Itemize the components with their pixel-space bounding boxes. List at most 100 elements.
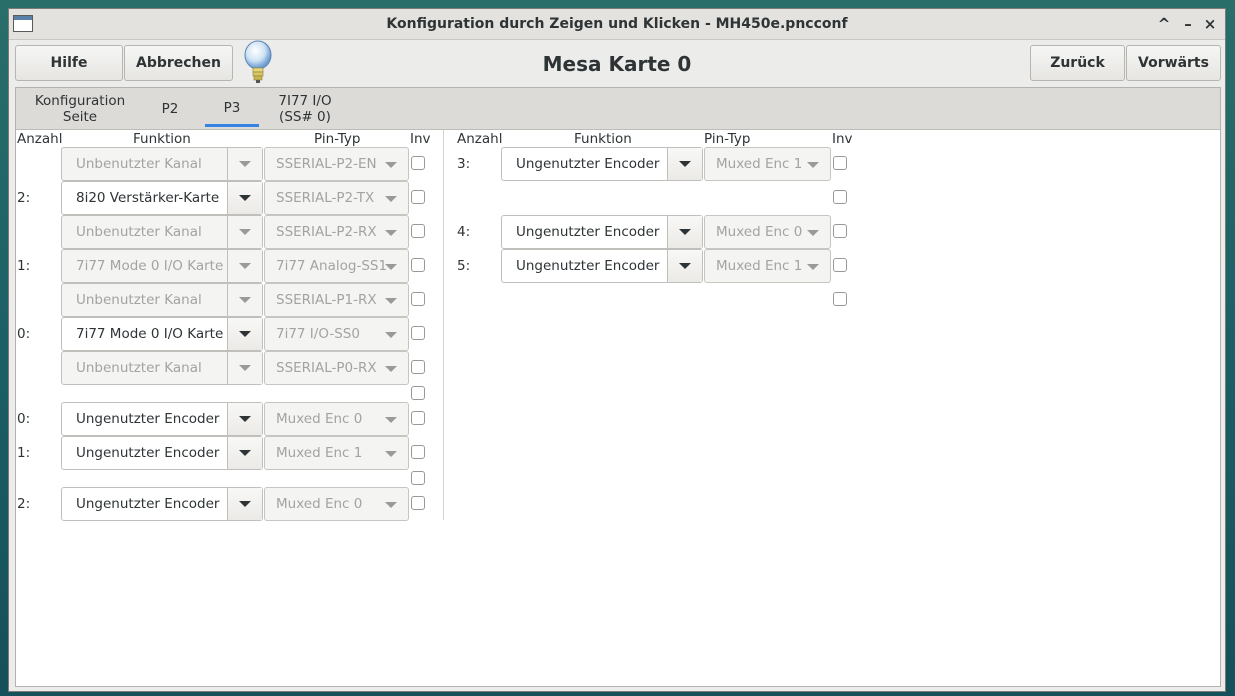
function-value: Ungenutzter Encoder	[76, 496, 220, 512]
pin-type-combo: Muxed Enc 1	[704, 147, 831, 181]
invert-checkbox[interactable]	[411, 471, 425, 485]
pin-type-value: 7i77 Analog-SS1	[276, 258, 386, 274]
pin-type-combo: Muxed Enc 0	[704, 215, 831, 249]
function-combo[interactable]: 8i20 Verstärker-Karte	[61, 181, 263, 215]
row-count: 0:	[17, 326, 31, 342]
function-value: 7i77 Mode 0 I/O Karte	[76, 326, 224, 342]
invert-checkbox[interactable]	[411, 224, 425, 238]
function-value: Ungenutzter Encoder	[516, 224, 660, 240]
invert-checkbox[interactable]	[833, 292, 847, 306]
pin-type-value: Muxed Enc 1	[716, 258, 803, 274]
header-count: Anzahl	[17, 131, 63, 147]
invert-checkbox[interactable]	[833, 190, 847, 204]
function-combo[interactable]: Ungenutzter Encoder	[61, 402, 263, 436]
header-inv-right: Inv	[832, 131, 853, 147]
function-combo[interactable]: Ungenutzter Encoder	[501, 147, 703, 181]
invert-checkbox[interactable]	[833, 224, 847, 238]
function-combo[interactable]: Ungenutzter Encoder	[61, 436, 263, 470]
function-combo[interactable]: Ungenutzter Encoder	[501, 249, 703, 283]
tab-p3[interactable]: P3	[205, 91, 259, 127]
chevron-down-icon	[385, 264, 397, 270]
app-window: Konfiguration durch Zeigen und Klicken -…	[8, 8, 1226, 692]
invert-checkbox[interactable]	[411, 360, 425, 374]
invert-checkbox[interactable]	[833, 258, 847, 272]
pin-type-combo: Muxed Enc 1	[704, 249, 831, 283]
pin-type-combo: 7i77 Analog-SS1	[264, 249, 409, 283]
pin-type-value: Muxed Enc 0	[276, 496, 363, 512]
p3-connector-panel: Anzahl Funktion Pin-Typ Inv Anzahl Funkt…	[16, 130, 1220, 686]
pin-type-value: Muxed Enc 1	[716, 156, 803, 172]
invert-checkbox[interactable]	[833, 156, 847, 170]
maximize-icon[interactable]: –	[1179, 15, 1197, 33]
header-inv: Inv	[410, 131, 431, 147]
function-value: Ungenutzter Encoder	[76, 445, 220, 461]
pin-type-value: 7i77 I/O-SS0	[276, 326, 360, 342]
row-count: 2:	[17, 496, 31, 512]
row-count: 3:	[457, 156, 471, 172]
pin-type-combo: SSERIAL-P0-RX	[264, 351, 409, 385]
chevron-down-icon[interactable]	[227, 182, 262, 214]
chevron-down-icon[interactable]	[667, 250, 702, 282]
function-value: Ungenutzter Encoder	[516, 156, 660, 172]
function-combo[interactable]: Ungenutzter Encoder	[501, 215, 703, 249]
chevron-down-icon	[807, 162, 819, 168]
tab-p2[interactable]: P2	[144, 91, 196, 127]
column-divider	[443, 130, 444, 520]
function-value: Ungenutzter Encoder	[76, 411, 220, 427]
row-count: 1:	[17, 258, 31, 274]
chevron-down-icon	[385, 230, 397, 236]
chevron-down-icon	[385, 162, 397, 168]
invert-checkbox[interactable]	[411, 411, 425, 425]
function-combo: 7i77 Mode 0 I/O Karte	[61, 249, 263, 283]
invert-checkbox[interactable]	[411, 190, 425, 204]
function-combo[interactable]: Ungenutzter Encoder	[61, 487, 263, 521]
function-value: 8i20 Verstärker-Karte	[76, 190, 220, 206]
row-count: 0:	[17, 411, 31, 427]
chevron-down-icon[interactable]	[227, 318, 262, 350]
header-pin-type: Pin-Typ	[314, 131, 361, 147]
function-combo: Unbenutzter Kanal	[61, 283, 263, 317]
pin-type-value: SSERIAL-P2-TX	[276, 190, 375, 206]
invert-checkbox[interactable]	[411, 156, 425, 170]
chevron-down-icon[interactable]	[227, 488, 262, 520]
chevron-down-icon[interactable]	[667, 148, 702, 180]
function-value: 7i77 Mode 0 I/O Karte	[76, 258, 224, 274]
header-count-right: Anzahl	[457, 131, 503, 147]
chevron-down-icon[interactable]	[667, 216, 702, 248]
forward-button[interactable]: Vorwärts	[1126, 45, 1221, 81]
function-combo[interactable]: 7i77 Mode 0 I/O Karte	[61, 317, 263, 351]
function-value: Unbenutzter Kanal	[76, 292, 202, 308]
pin-type-value: SSERIAL-P2-RX	[276, 224, 377, 240]
row-count: 1:	[17, 445, 31, 461]
chevron-down-icon	[227, 284, 262, 316]
invert-checkbox[interactable]	[411, 445, 425, 459]
pin-type-combo: Muxed Enc 1	[264, 436, 409, 470]
minimize-icon[interactable]: ^	[1155, 15, 1173, 33]
card-notebook: Konfiguration Seite P2 P3 7I77 I/O (SS# …	[15, 87, 1221, 687]
invert-checkbox[interactable]	[411, 386, 425, 400]
invert-checkbox[interactable]	[411, 496, 425, 510]
pin-type-value: Muxed Enc 1	[276, 445, 363, 461]
close-icon[interactable]: ×	[1201, 15, 1219, 33]
tab-konfiguration-seite[interactable]: Konfiguration Seite	[28, 91, 132, 127]
back-button[interactable]: Zurück	[1030, 45, 1125, 81]
chevron-down-icon[interactable]	[227, 437, 262, 469]
tab-7i77-io[interactable]: 7I77 I/O (SS# 0)	[269, 91, 341, 127]
pin-type-combo: 7i77 I/O-SS0	[264, 317, 409, 351]
header-function-right: Funktion	[574, 131, 632, 147]
function-combo: Unbenutzter Kanal	[61, 351, 263, 385]
function-value: Unbenutzter Kanal	[76, 360, 202, 376]
chevron-down-icon	[385, 298, 397, 304]
pin-type-value: SSERIAL-P2-EN	[276, 156, 377, 172]
tab-bar: Konfiguration Seite P2 P3 7I77 I/O (SS# …	[16, 88, 1220, 130]
window-title: Konfiguration durch Zeigen und Klicken -…	[386, 16, 848, 32]
function-value: Ungenutzter Encoder	[516, 258, 660, 274]
pin-type-combo: SSERIAL-P2-TX	[264, 181, 409, 215]
chevron-down-icon	[385, 502, 397, 508]
pin-type-combo: Muxed Enc 0	[264, 402, 409, 436]
invert-checkbox[interactable]	[411, 292, 425, 306]
chevron-down-icon	[385, 332, 397, 338]
chevron-down-icon[interactable]	[227, 403, 262, 435]
invert-checkbox[interactable]	[411, 326, 425, 340]
invert-checkbox[interactable]	[411, 258, 425, 272]
